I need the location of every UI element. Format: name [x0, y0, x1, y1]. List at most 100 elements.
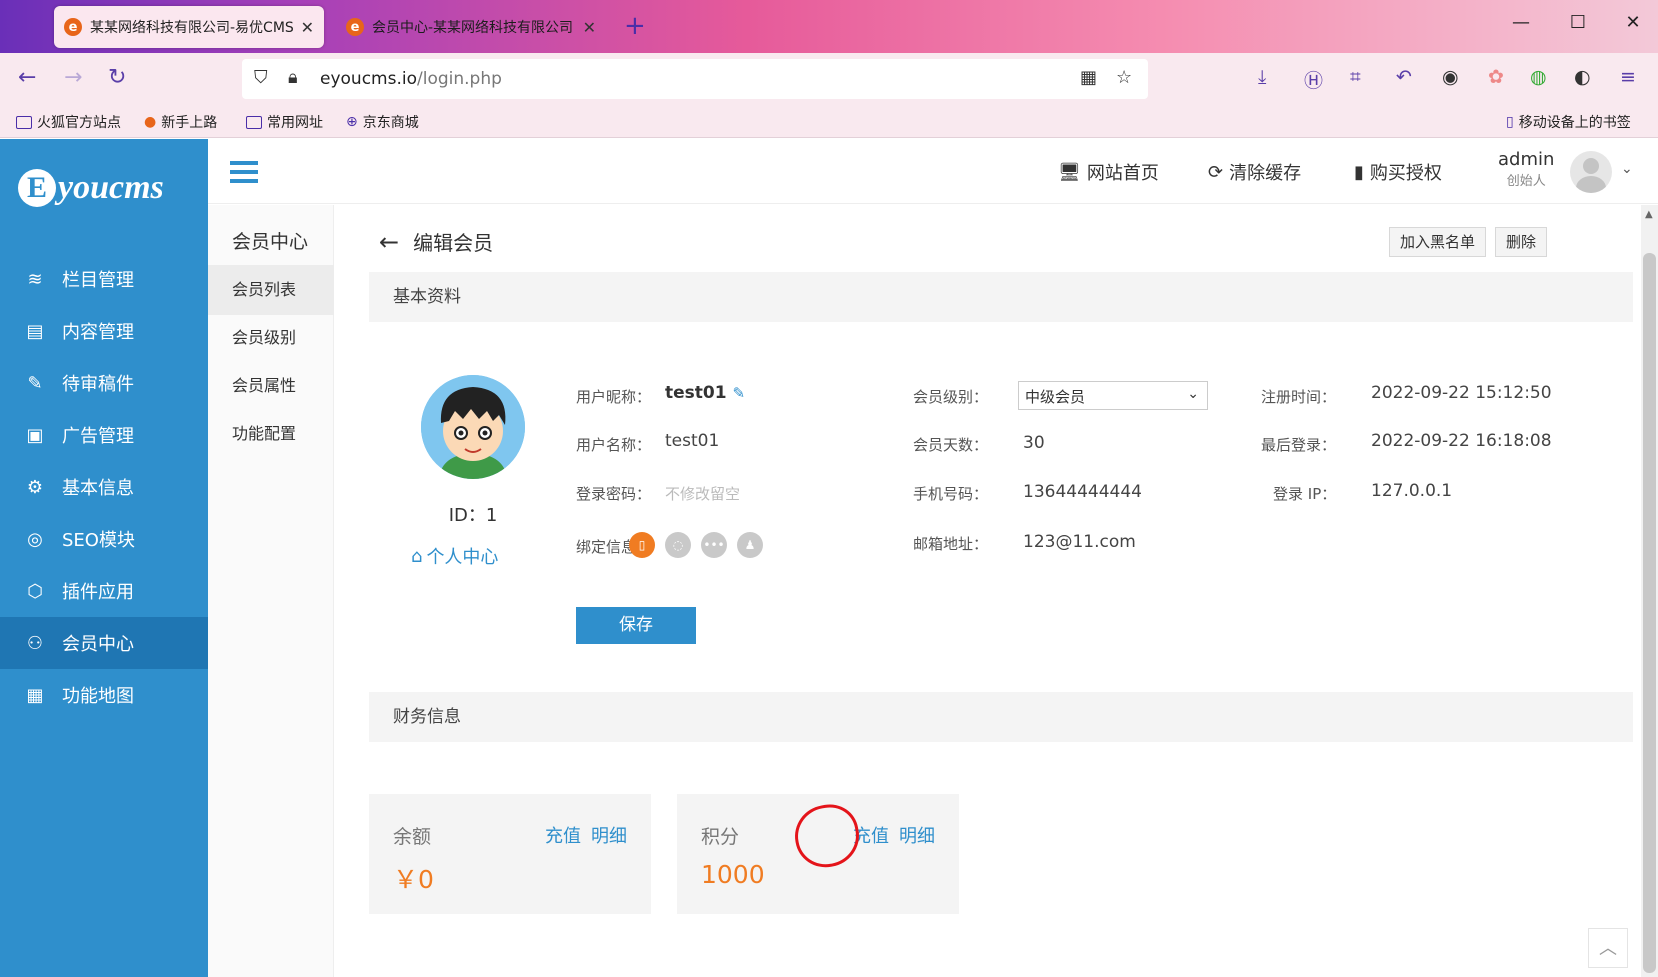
ad-icon: ▣ [26, 424, 44, 446]
minimize-icon[interactable]: — [1506, 12, 1536, 33]
admin-user[interactable]: admin 创始人 [1498, 149, 1554, 189]
sidebar-item-ads[interactable]: ▣ 广告管理 [0, 409, 208, 461]
lock-icon[interactable]: 🔒︎ [288, 67, 298, 88]
browser-tab-active[interactable]: e 某某网络科技有限公司-易优CMS ✕ [54, 6, 324, 48]
bookmark-item[interactable]: 火狐官方站点 [16, 112, 121, 132]
sidebar-item-plugins[interactable]: ⬡ 插件应用 [0, 565, 208, 617]
menu-icon[interactable]: ≡ [1620, 66, 1636, 88]
qrcode-icon[interactable]: ▦ [1080, 67, 1097, 88]
back-arrow-icon[interactable]: ← [379, 228, 399, 256]
maximize-icon[interactable]: ☐ [1563, 12, 1593, 33]
sidebar-item-review[interactable]: ✎ 待审稿件 [0, 357, 208, 409]
basic-info-header: 基本资料 [369, 272, 1633, 322]
points-detail-link[interactable]: 明细 [899, 822, 935, 848]
member-avatar [421, 375, 525, 479]
url-bar[interactable]: ⛉ 🔒︎ eyoucms.io/login.php ▦ ☆ [242, 59, 1148, 99]
username-label: 用户名称： [576, 436, 652, 454]
sidebar-item-label: SEO模块 [62, 530, 135, 551]
sidebar-item-basic-info[interactable]: ⚙ 基本信息 [0, 461, 208, 513]
nickname-label: 用户昵称： [576, 388, 652, 406]
panda-icon[interactable]: ◐ [1574, 66, 1591, 88]
sidebar-item-content[interactable]: ▤ 内容管理 [0, 305, 208, 357]
page-title: ← 编辑会员 [379, 227, 493, 256]
extension-h-icon[interactable]: Ⓗ [1304, 66, 1323, 93]
mobile-bind-icon[interactable]: ▯ [629, 532, 655, 558]
page-scrollbar[interactable]: ▲ [1641, 205, 1658, 977]
tab-title: 某某网络科技有限公司-易优CMS [90, 20, 293, 36]
csdn-icon[interactable]: ◍ [1530, 66, 1547, 88]
bookmark-item[interactable]: ● 新手上路 [144, 112, 217, 132]
nickname-text: test01 [665, 383, 727, 403]
bookmark-item[interactable]: 常用网址 [246, 112, 323, 132]
logo-text: youcms [58, 169, 164, 206]
balance-recharge-link[interactable]: 充值 [545, 822, 581, 848]
wechat-icon[interactable]: ◌ [665, 532, 691, 558]
buy-license-link[interactable]: ▮ 购买授权 [1354, 159, 1442, 185]
mobile-icon: ▯ [1506, 114, 1514, 130]
download-icon[interactable]: ⤓ [1258, 66, 1266, 88]
forward-arrow-icon[interactable]: → [64, 65, 82, 90]
save-button[interactable]: 保存 [576, 607, 696, 644]
phone-label: 手机号码： [913, 485, 989, 503]
nickname-value: test01 ✎ [665, 383, 745, 403]
delete-button[interactable]: 删除 [1495, 227, 1548, 257]
bookmark-item[interactable]: ⊕ 京东商城 [346, 112, 419, 132]
speed-icon[interactable]: ◉ [1442, 66, 1459, 88]
url-text[interactable]: eyoucms.io/login.php [320, 69, 502, 89]
hamburger-menu-icon[interactable] [230, 161, 258, 183]
eyoucms-logo[interactable]: Eyoucms [18, 169, 164, 207]
cube-icon: ⬡ [27, 580, 43, 602]
sidebar-item-column[interactable]: ≋ 栏目管理 [0, 253, 208, 305]
site-home-link[interactable]: 🖥︎ 网站首页 [1058, 159, 1159, 185]
document-icon: ▤ [26, 320, 44, 342]
main-content: ← 编辑会员 加入黑名单 删除 基本资料 ID：1 ⌂ 个人中心 用户昵称： te… [335, 205, 1635, 977]
folder-icon [246, 115, 262, 129]
shield-icon[interactable]: ⛉ [254, 67, 268, 88]
reload-icon[interactable]: ↻ [108, 65, 126, 90]
new-tab-plus-icon[interactable]: + [624, 10, 646, 42]
close-icon[interactable]: ✕ [301, 18, 314, 37]
sidebar-item-function-map[interactable]: ▦ 功能地图 [0, 669, 208, 721]
qq-icon[interactable]: ♟ [737, 532, 763, 558]
bookmark-label: 京东商城 [362, 115, 419, 131]
edit-icon[interactable]: ✎ [732, 384, 745, 402]
points-amount: 1000 [701, 860, 765, 889]
page-title-text: 编辑会员 [413, 231, 494, 255]
undo-icon[interactable]: ↶ [1396, 66, 1412, 88]
subnav-item-member-level[interactable]: 会员级别 [208, 313, 334, 363]
mobile-bookmarks[interactable]: ▯ 移动设备上的书签 [1506, 112, 1631, 132]
sidebar-item-seo[interactable]: ◎ SEO模块 [0, 513, 208, 565]
clear-cache-link[interactable]: ⟳ 清除缓存 [1208, 159, 1301, 185]
window-close-icon[interactable]: ✕ [1618, 12, 1648, 33]
back-arrow-icon[interactable]: ← [18, 65, 36, 90]
subnav-item-member-attr[interactable]: 会员属性 [208, 361, 334, 411]
chevron-down-icon: ⌄ [1187, 386, 1199, 402]
member-level-select[interactable]: 中级会员 ⌄ [1018, 381, 1208, 410]
close-icon[interactable]: ✕ [583, 18, 596, 37]
personal-center-link[interactable]: ⌂ 个人中心 [411, 543, 498, 569]
subnav-item-member-list[interactable]: 会员列表 [208, 265, 334, 315]
days-value: 30 [1023, 433, 1045, 453]
avatar[interactable] [1570, 151, 1612, 193]
url-domain: eyoucms.io [320, 69, 417, 89]
user-role: 创始人 [1506, 174, 1546, 189]
days-label: 会员天数： [913, 436, 989, 454]
chat-bubble-icon[interactable]: ••• [701, 532, 727, 558]
star-icon[interactable]: ☆ [1116, 67, 1132, 88]
finance-info-header: 财务信息 [369, 692, 1633, 742]
crop-icon[interactable]: ⌗ [1350, 66, 1361, 88]
scrollbar-thumb[interactable] [1643, 253, 1656, 973]
balance-detail-link[interactable]: 明细 [591, 822, 627, 848]
sidebar-item-members[interactable]: ⚇ 会员中心 [0, 617, 208, 669]
browser-tab[interactable]: e 会员中心-某某网络科技有限公司 ✕ [336, 6, 606, 48]
subnav-item-function-config[interactable]: 功能配置 [208, 409, 334, 459]
scroll-up-icon[interactable]: ▲ [1645, 209, 1653, 220]
back-to-top-icon[interactable]: ︿ [1588, 928, 1628, 968]
home-icon: ⌂ [411, 545, 423, 567]
bookmark-label: 火狐官方站点 [37, 115, 121, 131]
bookmark-label: 常用网址 [267, 115, 323, 131]
extension-icon[interactable]: ✿ [1488, 66, 1504, 88]
chevron-down-icon[interactable]: ⌄ [1621, 161, 1633, 177]
password-field[interactable]: 不修改留空 [665, 483, 740, 504]
add-to-blacklist-button[interactable]: 加入黑名单 [1389, 227, 1487, 257]
